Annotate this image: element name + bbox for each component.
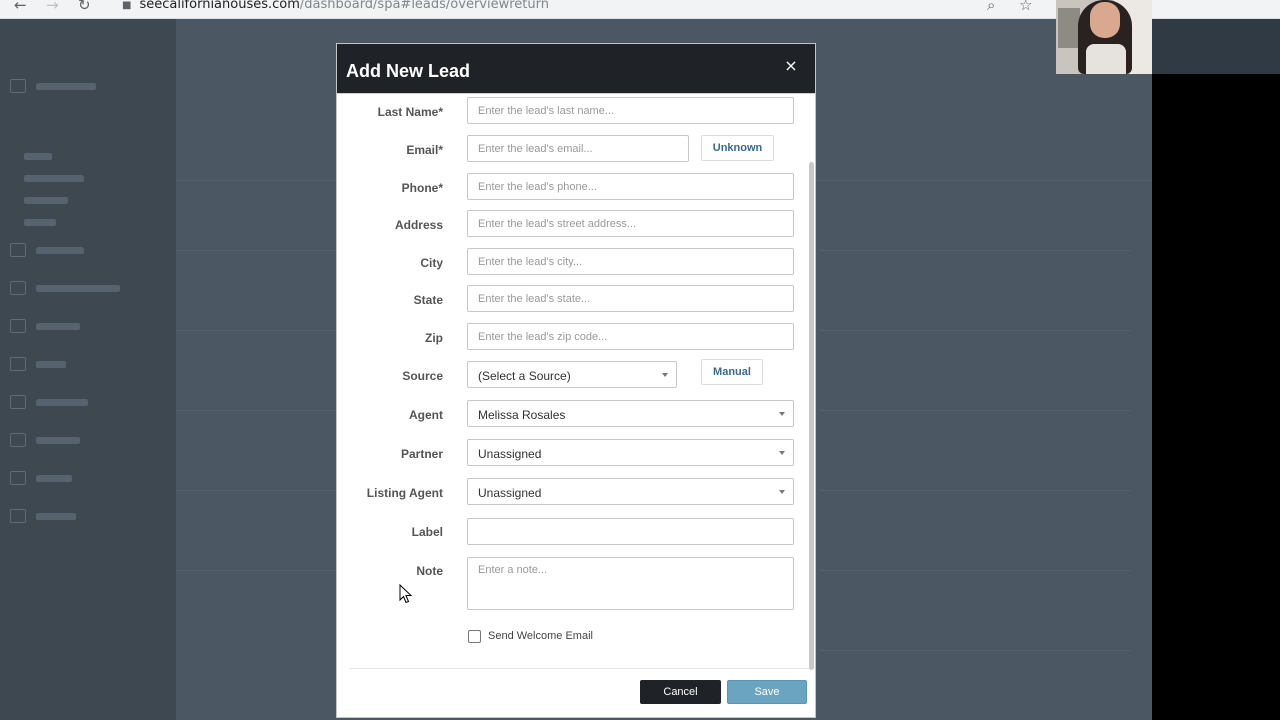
email-input[interactable] <box>467 135 689 162</box>
nav-placeholder <box>36 247 84 254</box>
send-welcome-email-checkbox[interactable] <box>468 630 481 643</box>
nav-icon <box>10 281 26 295</box>
agent-label: Agent <box>409 408 443 422</box>
nav-placeholder <box>36 399 88 406</box>
nav-placeholder <box>36 323 80 330</box>
bookmark-star-icon[interactable]: ☆ <box>1019 0 1032 14</box>
divider <box>820 650 1130 651</box>
nav-icon <box>10 395 26 409</box>
divider <box>820 250 1130 251</box>
listing-agent-label: Listing Agent <box>366 486 443 500</box>
lock-icon: ■ <box>122 0 132 11</box>
nav-icon <box>10 509 26 523</box>
divider <box>820 410 1130 411</box>
nav-placeholder <box>36 285 120 292</box>
save-button[interactable]: Save <box>727 680 807 704</box>
search-icon[interactable]: ⌕ <box>987 0 995 14</box>
chevron-down-icon <box>779 451 785 455</box>
divider <box>176 410 336 411</box>
agent-select-value: Melissa Rosales <box>478 408 566 422</box>
listing-agent-select[interactable]: Unassigned <box>467 478 794 505</box>
webcam-person <box>1090 2 1120 38</box>
nav-icon <box>10 433 26 447</box>
close-icon[interactable]: × <box>783 58 799 74</box>
nav-icon <box>10 79 26 93</box>
footer-divider <box>349 668 809 669</box>
forward-arrow-icon[interactable]: → <box>46 0 59 14</box>
sidebar-dimmed <box>0 19 176 720</box>
url-path: /dashboard/spa#leads/overviewreturn <box>299 0 549 12</box>
nav-placeholder <box>24 153 52 160</box>
last-name-label: Last Name* <box>377 105 443 119</box>
nav-placeholder <box>36 475 72 482</box>
last-name-input[interactable] <box>467 97 794 124</box>
nav-placeholder <box>24 175 84 182</box>
divider <box>176 330 336 331</box>
back-arrow-icon[interactable]: ← <box>14 0 27 14</box>
phone-label: Phone* <box>401 181 443 195</box>
city-label: City <box>420 256 443 270</box>
nav-placeholder <box>36 513 76 520</box>
modal-title: Add New Lead <box>346 61 471 81</box>
zip-label: Zip <box>425 331 443 345</box>
partner-label: Partner <box>400 447 443 461</box>
nav-icon <box>10 471 26 485</box>
divider <box>820 570 1130 571</box>
divider <box>820 330 1130 331</box>
chevron-down-icon <box>662 373 668 377</box>
source-manual-button[interactable]: Manual <box>701 359 763 385</box>
address-bar[interactable]: ■ seecalifornianouses.com/dashboard/spa#l… <box>122 0 549 12</box>
send-welcome-email-label: Send Welcome Email <box>488 630 593 642</box>
listing-agent-select-value: Unassigned <box>478 486 542 500</box>
address-label: Address <box>394 218 443 232</box>
note-label: Note <box>416 564 443 578</box>
zip-input[interactable] <box>467 323 794 350</box>
webcam-person <box>1086 44 1126 74</box>
nav-placeholder <box>36 437 80 444</box>
divider <box>176 490 336 491</box>
divider <box>176 250 336 251</box>
modal-header: Add New Lead × <box>337 44 815 94</box>
add-lead-modal: Add New Lead × Last Name* Email* Unknown… <box>336 43 816 718</box>
state-label: State <box>413 293 443 307</box>
nav-placeholder <box>24 197 68 204</box>
webcam-background <box>1058 8 1080 48</box>
phone-input[interactable] <box>467 173 794 200</box>
cancel-button[interactable]: Cancel <box>640 680 721 704</box>
label-input[interactable] <box>467 518 794 545</box>
divider <box>176 570 336 571</box>
label-field-label: Label <box>411 525 443 539</box>
partner-select-value: Unassigned <box>478 447 542 461</box>
black-margin <box>1152 74 1280 720</box>
nav-placeholder <box>24 219 56 226</box>
nav-icon <box>10 243 26 257</box>
source-select-value: (Select a Source) <box>478 369 571 383</box>
webcam-video <box>1056 0 1152 74</box>
city-input[interactable] <box>467 248 794 275</box>
nav-placeholder <box>36 361 66 368</box>
address-input[interactable] <box>467 210 794 237</box>
nav-placeholder <box>36 83 96 90</box>
note-textarea[interactable] <box>467 557 794 610</box>
nav-icon <box>10 357 26 371</box>
agent-select[interactable]: Melissa Rosales <box>467 400 794 427</box>
chevron-down-icon <box>779 412 785 416</box>
chevron-down-icon <box>779 490 785 494</box>
source-select[interactable]: (Select a Source) <box>467 361 677 388</box>
email-label: Email* <box>406 143 443 157</box>
reload-icon[interactable]: ↻ <box>78 0 91 14</box>
email-unknown-button[interactable]: Unknown <box>701 135 774 161</box>
divider <box>820 490 1130 491</box>
modal-scrollbar[interactable] <box>809 162 814 670</box>
source-label: Source <box>402 369 443 383</box>
url-host: seecalifornianouses.com <box>139 0 300 12</box>
mouse-cursor-icon <box>399 584 413 604</box>
state-input[interactable] <box>467 285 794 312</box>
nav-icon <box>10 319 26 333</box>
partner-select[interactable]: Unassigned <box>467 439 794 466</box>
